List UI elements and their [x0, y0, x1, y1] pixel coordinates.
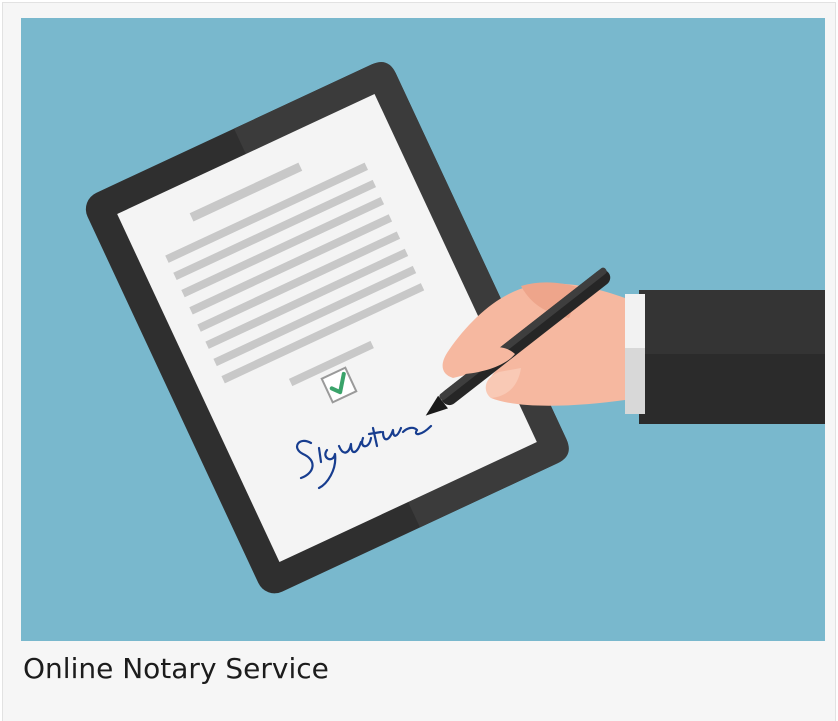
- sleeve-icon: [625, 290, 825, 424]
- card-title[interactable]: Online Notary Service: [23, 649, 329, 689]
- signing-tablet-graphic: [85, 62, 825, 594]
- notary-service-card[interactable]: Online Notary Service: [2, 2, 836, 721]
- notary-illustration: [21, 18, 825, 641]
